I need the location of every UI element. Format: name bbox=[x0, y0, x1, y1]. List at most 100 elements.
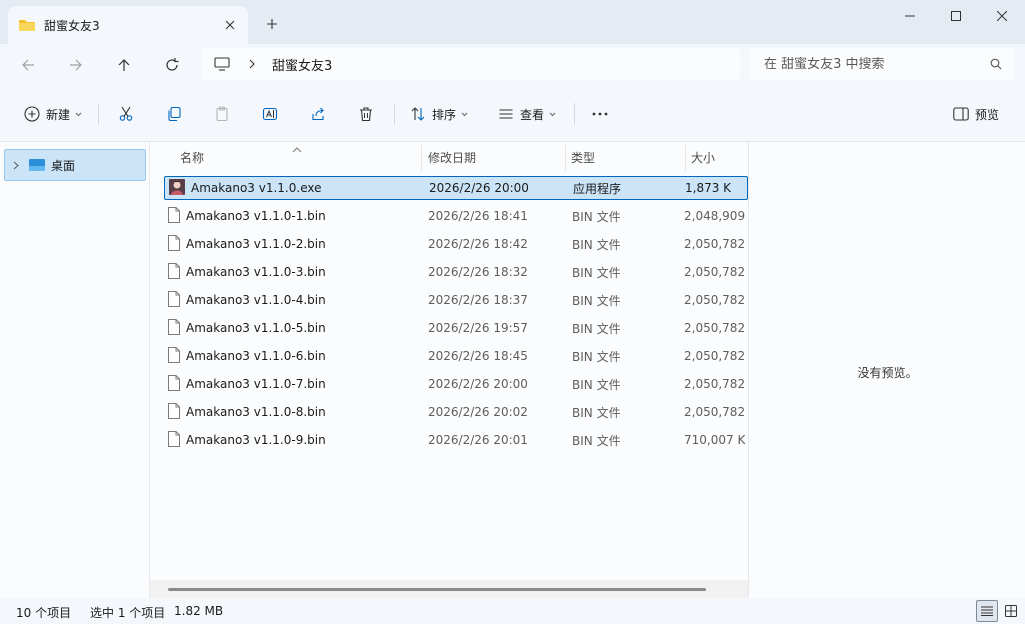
file-name-cell: Amakano3 v1.1.0-9.bin bbox=[168, 430, 326, 450]
file-icon bbox=[168, 262, 180, 282]
file-row[interactable]: Amakano3 v1.1.0-7.bin 2026/2/26 20:00 BIN … bbox=[164, 372, 748, 396]
file-name-cell: Amakano3 v1.1.0-1.bin bbox=[168, 206, 326, 226]
list-view-icon bbox=[499, 109, 513, 119]
monitor-icon bbox=[214, 57, 230, 71]
file-size: 2,050,782 bbox=[684, 321, 746, 335]
file-row[interactable]: Amakano3 v1.1.0-5.bin 2026/2/26 19:57 BIN … bbox=[164, 316, 748, 340]
details-view-button[interactable] bbox=[976, 600, 998, 622]
delete-button[interactable] bbox=[352, 99, 380, 129]
copy-button[interactable] bbox=[160, 99, 188, 129]
cut-button[interactable] bbox=[112, 99, 140, 129]
file-size: 2,050,782 bbox=[684, 377, 746, 391]
file-name: Amakano3 v1.1.0-2.bin bbox=[186, 237, 326, 251]
share-button[interactable] bbox=[304, 99, 332, 129]
rename-button[interactable] bbox=[256, 99, 284, 129]
column-header-date[interactable]: 修改日期 bbox=[428, 142, 564, 172]
forward-button[interactable] bbox=[60, 50, 92, 80]
address-bar[interactable]: 甜蜜女友3 bbox=[202, 48, 740, 80]
navigation-pane: 桌面 bbox=[0, 142, 150, 598]
sort-label: 排序 bbox=[431, 107, 456, 122]
item-count: 10 个项目 bbox=[16, 606, 72, 620]
column-header-size[interactable]: 大小 bbox=[691, 142, 748, 172]
chevron-right-icon[interactable] bbox=[13, 161, 19, 170]
refresh-icon bbox=[166, 58, 179, 71]
file-icon bbox=[168, 206, 180, 226]
search-icon bbox=[990, 58, 1002, 70]
more-options-button[interactable] bbox=[586, 99, 614, 129]
plus-icon bbox=[267, 19, 277, 29]
maximize-button[interactable] bbox=[933, 0, 979, 32]
arrow-left-icon bbox=[22, 59, 34, 71]
file-icon bbox=[168, 318, 180, 338]
file-name-cell: Amakano3 v1.1.0-8.bin bbox=[168, 402, 326, 422]
file-row[interactable]: Amakano3 v1.1.0-1.bin 2026/2/26 18:41 BIN … bbox=[164, 204, 748, 228]
close-icon bbox=[997, 11, 1007, 21]
column-divider[interactable] bbox=[421, 145, 422, 171]
file-size: 1,873 K bbox=[685, 181, 732, 195]
file-type: BIN 文件 bbox=[572, 237, 621, 252]
file-row[interactable]: Amakano3 v1.1.0-4.bin 2026/2/26 18:37 BIN … bbox=[164, 288, 748, 312]
sort-button[interactable]: 排序 bbox=[406, 99, 472, 129]
chevron-down-icon bbox=[461, 112, 468, 116]
file-row[interactable]: Amakano3 v1.1.0-8.bin 2026/2/26 20:02 BIN … bbox=[164, 400, 748, 424]
sidebar-item-desktop[interactable]: 桌面 bbox=[4, 149, 146, 181]
tiles-view-button[interactable] bbox=[1000, 600, 1022, 622]
file-type: BIN 文件 bbox=[572, 293, 621, 308]
search-input[interactable] bbox=[764, 56, 990, 72]
file-row[interactable]: Amakano3 v1.1.0-6.bin 2026/2/26 18:45 BIN … bbox=[164, 344, 748, 368]
file-type: BIN 文件 bbox=[572, 349, 621, 364]
paste-button[interactable] bbox=[208, 99, 236, 129]
column-divider[interactable] bbox=[685, 145, 686, 171]
file-size: 2,050,782 bbox=[684, 293, 746, 307]
file-name: Amakano3 v1.1.0-4.bin bbox=[186, 293, 326, 307]
back-button[interactable] bbox=[12, 50, 44, 80]
file-name: Amakano3 v1.1.0-7.bin bbox=[186, 377, 326, 391]
file-type: 应用程序 bbox=[573, 181, 622, 196]
breadcrumb[interactable]: 甜蜜女友3 bbox=[272, 55, 332, 74]
file-name-cell: Amakano3 v1.1.0.exe bbox=[169, 178, 322, 198]
file-type: BIN 文件 bbox=[572, 377, 621, 392]
column-divider[interactable] bbox=[565, 145, 566, 171]
file-name-cell: Amakano3 v1.1.0-4.bin bbox=[168, 290, 326, 310]
preview-pane-button[interactable]: 预览 bbox=[948, 99, 1004, 129]
scrollbar-thumb[interactable] bbox=[168, 588, 706, 591]
chevron-right-icon bbox=[249, 59, 255, 69]
file-row[interactable]: Amakano3 v1.1.0-3.bin 2026/2/26 18:32 BIN … bbox=[164, 260, 748, 284]
no-preview-text: 没有预览。 bbox=[857, 366, 918, 380]
horizontal-scrollbar[interactable] bbox=[150, 580, 748, 598]
file-date: 2026/2/26 20:01 bbox=[428, 433, 528, 447]
file-row[interactable]: Amakano3 v1.1.0-9.bin 2026/2/26 20:01 BIN … bbox=[164, 428, 748, 452]
chevron-down-icon bbox=[549, 112, 556, 116]
share-icon bbox=[312, 107, 324, 121]
close-window-button[interactable] bbox=[979, 0, 1025, 32]
column-header-name[interactable]: 名称 bbox=[180, 142, 420, 172]
minimize-button[interactable] bbox=[887, 0, 933, 32]
preview-pane: 没有预览。 bbox=[748, 142, 1025, 598]
file-name: Amakano3 v1.1.0.exe bbox=[191, 181, 322, 195]
trash-icon bbox=[360, 107, 372, 122]
tab-active[interactable]: 甜蜜女友3 bbox=[8, 6, 248, 44]
new-button[interactable]: 新建 bbox=[20, 99, 86, 129]
new-tab-button[interactable] bbox=[258, 10, 286, 38]
plus-circle-icon bbox=[24, 106, 40, 122]
view-label: 查看 bbox=[519, 107, 544, 122]
file-name-cell: Amakano3 v1.1.0-5.bin bbox=[168, 318, 326, 338]
address-row: 甜蜜女友3 bbox=[0, 44, 1025, 86]
sidebar-item-label: 桌面 bbox=[51, 158, 76, 173]
file-name: Amakano3 v1.1.0-9.bin bbox=[186, 433, 326, 447]
more-icon bbox=[592, 112, 608, 116]
refresh-button[interactable] bbox=[156, 50, 188, 80]
up-button[interactable] bbox=[108, 50, 140, 80]
title-bar: 甜蜜女友3 bbox=[0, 0, 1025, 44]
file-icon bbox=[168, 290, 180, 310]
tab-close-button[interactable] bbox=[216, 11, 244, 39]
file-date: 2026/2/26 18:45 bbox=[428, 349, 528, 363]
view-button[interactable]: 查看 bbox=[494, 99, 560, 129]
search-box[interactable] bbox=[750, 48, 1014, 80]
file-icon bbox=[168, 346, 180, 366]
file-type: BIN 文件 bbox=[572, 321, 621, 336]
file-row[interactable]: Amakano3 v1.1.0.exe 2026/2/26 20:00 应用程序 1,… bbox=[164, 176, 748, 200]
column-header-type[interactable]: 类型 bbox=[571, 142, 681, 172]
file-row[interactable]: Amakano3 v1.1.0-2.bin 2026/2/26 18:42 BIN … bbox=[164, 232, 748, 256]
file-name-cell: Amakano3 v1.1.0-3.bin bbox=[168, 262, 326, 282]
